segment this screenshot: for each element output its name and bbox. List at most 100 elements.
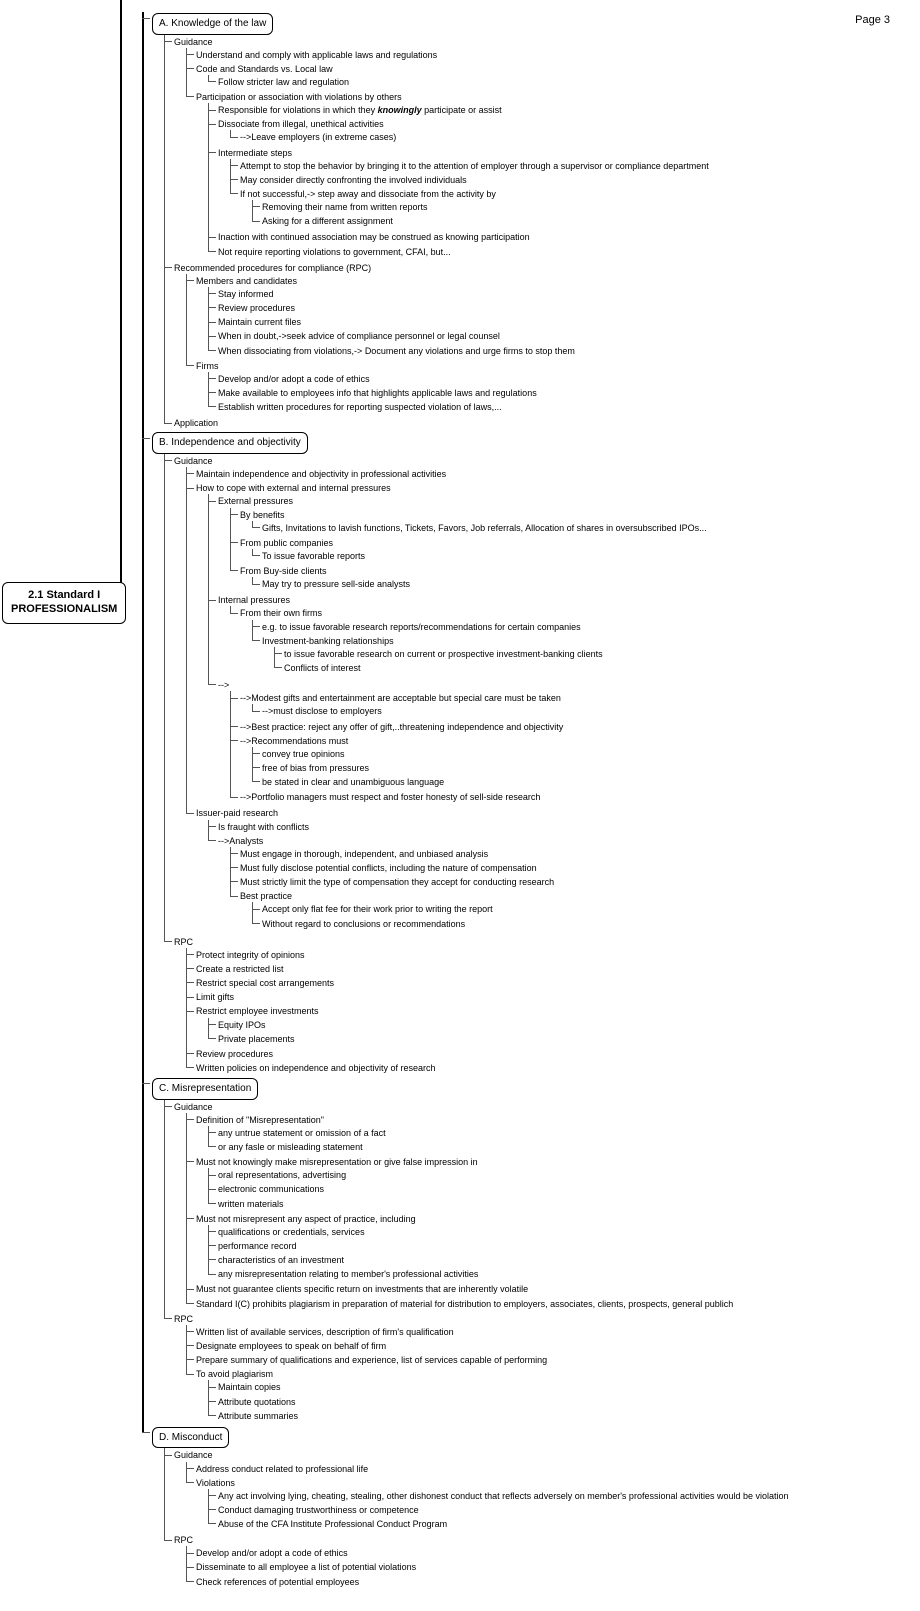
b-r2: Create a restricted list [196, 964, 284, 974]
a-mc1: Stay informed [218, 289, 274, 299]
d-rpc: RPC [174, 1535, 193, 1545]
a-g1: Understand and comply with applicable la… [196, 50, 437, 60]
b-a1: -->Modest gifts and entertainment are ac… [240, 693, 561, 703]
a-mc3: Maintain current files [218, 317, 301, 327]
b-r5a: Equity IPOs [218, 1020, 266, 1030]
b-int-ib1: to issue favorable research on current o… [284, 649, 603, 659]
a-p2: Dissociate from illegal, unethical activ… [218, 119, 384, 129]
c-r4: To avoid plagiarism [196, 1369, 273, 1379]
d-g1: Address conduct related to professional … [196, 1464, 368, 1474]
a-i1: Attempt to stop the behavior by bringing… [240, 161, 709, 171]
a-rpc: Recommended procedures for compliance (R… [174, 263, 371, 273]
a-g2a: Follow stricter law and regulation [218, 77, 349, 87]
a-i2: May consider directly confronting the in… [240, 175, 467, 185]
c-a2: performance record [218, 1241, 297, 1251]
b-r6: Review procedures [196, 1049, 273, 1059]
b-r5b: Private placements [218, 1034, 295, 1044]
b-iss-an: -->Analysts [218, 836, 263, 846]
section-b: B. Independence and objectivity [152, 432, 308, 454]
b-rec: -->Recommendations must [240, 736, 348, 746]
b-a2: -->Best practice: reject any offer of gi… [240, 722, 563, 732]
c-know: Must not knowingly make misrepresentatio… [196, 1157, 478, 1167]
b-guidance: Guidance [174, 456, 213, 466]
a-application: Application [174, 418, 218, 428]
d-r1: Develop and/or adopt a code of ethics [196, 1548, 348, 1558]
a-mc2: Review procedures [218, 303, 295, 313]
c-r3: Prepare summary of qualifications and ex… [196, 1355, 547, 1365]
c-def: Definition of "Misrepresentation" [196, 1115, 324, 1125]
root-node: 2.1 Standard I PROFESSIONALISM [2, 582, 126, 624]
b-int-ib2: Conflicts of interest [284, 663, 361, 673]
a-mc5: When dissociating from violations,-> Doc… [218, 346, 575, 356]
a-intermediate: Intermediate steps [218, 148, 292, 158]
c-g4: Must not guarantee clients specific retu… [196, 1284, 528, 1294]
d-v3: Abuse of the CFA Institute Professional … [218, 1519, 447, 1529]
b-iss-bp1: Accept only flat fee for their work prio… [262, 904, 493, 914]
b-rec3: be stated in clear and unambiguous langu… [262, 777, 444, 787]
b-r4: Limit gifts [196, 992, 234, 1002]
b-ext-pub-d: To issue favorable reports [262, 551, 365, 561]
b-ext-ben: By benefits [240, 510, 285, 520]
mindmap-tree: A. Knowledge of the law Guidance Underst… [128, 12, 912, 1591]
c-r1: Written list of available services, desc… [196, 1327, 454, 1337]
d-v1: Any act involving lying, cheating, steal… [218, 1491, 789, 1501]
a-f3: Establish written procedures for reporti… [218, 402, 502, 412]
a-guidance: Guidance [174, 37, 213, 47]
c-rpc: RPC [174, 1314, 193, 1324]
c-a4: any misrepresentation relating to member… [218, 1269, 478, 1279]
a-i3: If not successful,-> step away and disso… [240, 189, 496, 199]
a-f2: Make available to employees info that hi… [218, 388, 537, 398]
b-a1a: -->must disclose to employers [262, 706, 382, 716]
b-rec2: free of bias from pressures [262, 763, 369, 773]
d-guidance: Guidance [174, 1450, 213, 1460]
c-k3: written materials [218, 1199, 284, 1209]
b-iss-bp2: Without regard to conclusions or recomme… [262, 919, 465, 929]
c-r4a: Maintain copies [218, 1382, 281, 1392]
b-cope: How to cope with external and internal p… [196, 483, 391, 493]
a-p3: Inaction with continued association may … [218, 232, 530, 242]
b-g1: Maintain independence and objectivity in… [196, 469, 446, 479]
b-r7: Written policies on independence and obj… [196, 1063, 435, 1073]
a-mc4: When in doubt,->seek advice of complianc… [218, 331, 500, 341]
b-iss-an1: Must engage in thorough, independent, an… [240, 849, 488, 859]
a-firms: Firms [196, 361, 219, 371]
b-ext-buy: From Buy-side clients [240, 566, 327, 576]
c-k2: electronic communications [218, 1184, 324, 1194]
b-ext-pub: From public companies [240, 538, 333, 548]
b-rpc: RPC [174, 937, 193, 947]
d-v2: Conduct damaging trustworthiness or comp… [218, 1505, 419, 1515]
b-r5: Restrict employee investments [196, 1006, 319, 1016]
b-r3: Restrict special cost arrangements [196, 978, 334, 988]
b-iss1: Is fraught with conflicts [218, 822, 309, 832]
d-r2: Disseminate to all employee a list of po… [196, 1562, 416, 1572]
c-r4c: Attribute summaries [218, 1411, 298, 1421]
a-g2: Code and Standards vs. Local law [196, 64, 333, 74]
a-p2a: -->Leave employers (in extreme cases) [240, 132, 396, 142]
root-line1: 2.1 Standard I [28, 589, 100, 601]
c-asp: Must not misrepresent any aspect of prac… [196, 1214, 416, 1224]
c-a1: qualifications or credentials, services [218, 1227, 365, 1237]
section-a: A. Knowledge of the law [152, 13, 273, 35]
b-arrow: --> [218, 680, 229, 690]
c-k1: oral representations, advertising [218, 1170, 346, 1180]
c-r2: Designate employees to speak on behalf o… [196, 1341, 386, 1351]
a-i3a: Removing their name from written reports [262, 202, 428, 212]
c-r4b: Attribute quotations [218, 1397, 296, 1407]
c-a3: characteristics of an investment [218, 1255, 344, 1265]
d-viol: Violations [196, 1478, 235, 1488]
c-guidance: Guidance [174, 1102, 213, 1112]
a-p4: Not require reporting violations to gove… [218, 247, 451, 257]
b-iss-an2: Must fully disclose potential conflicts,… [240, 863, 537, 873]
b-int-own: From their own firms [240, 608, 322, 618]
b-int-own-eg: e.g. to issue favorable research reports… [262, 622, 581, 632]
c-def2: or any fasle or misleading statement [218, 1142, 363, 1152]
a-f1: Develop and/or adopt a code of ethics [218, 374, 370, 384]
b-a3: -->Portfolio managers must respect and f… [240, 792, 540, 802]
b-ext-buy-d: May try to pressure sell-side analysts [262, 579, 410, 589]
d-r3: Check references of potential employees [196, 1577, 359, 1587]
b-rec1: convey true opinions [262, 749, 345, 759]
a-mc: Members and candidates [196, 276, 297, 286]
a-participation: Participation or association with violat… [196, 92, 402, 102]
c-def1: any untrue statement or omission of a fa… [218, 1128, 386, 1138]
b-int-ib: Investment-banking relationships [262, 636, 394, 646]
